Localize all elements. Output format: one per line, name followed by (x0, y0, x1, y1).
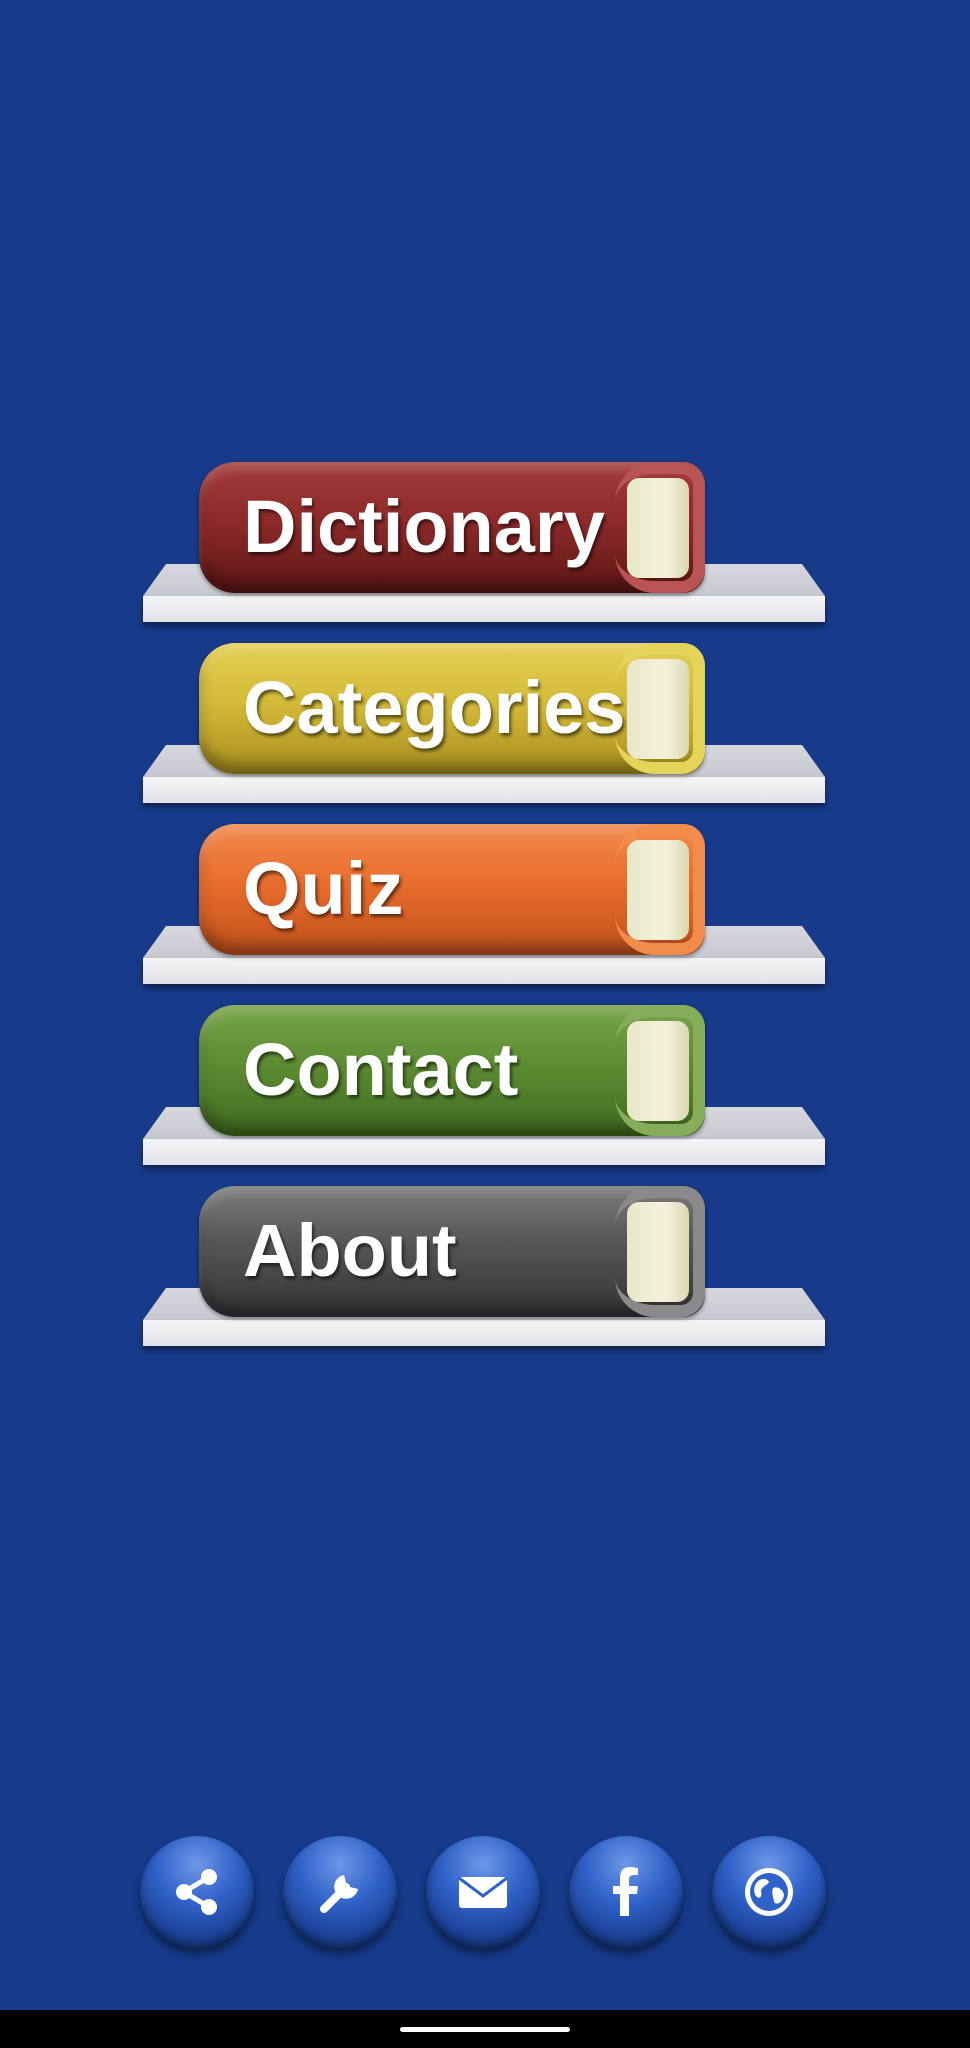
settings-button[interactable] (283, 1836, 397, 1948)
book-cover-edge (615, 1186, 705, 1317)
book-cover-edge (615, 1005, 705, 1136)
categories-label: Categories (243, 666, 626, 749)
shelf-front (143, 1139, 825, 1165)
shelf-row-contact: Contact (143, 1005, 825, 1186)
wrench-icon (320, 1875, 358, 1913)
dictionary-book-button[interactable]: Dictionary (199, 462, 705, 593)
dictionary-label: Dictionary (243, 485, 605, 568)
book-cover-edge (615, 462, 705, 593)
contact-label: Contact (243, 1028, 519, 1111)
shelf-row-quiz: Quiz (143, 824, 825, 1005)
shelf-front (143, 596, 825, 622)
home-screen: Dictionary Categories Quiz Contact About (0, 0, 970, 2010)
about-label: About (243, 1209, 457, 1292)
shelf-front (143, 958, 825, 984)
book-menu: Dictionary Categories Quiz Contact About (143, 462, 825, 1367)
shelf-row-dictionary: Dictionary (143, 462, 825, 643)
globe-icon (745, 1868, 793, 1916)
shelf-row-categories: Categories (143, 643, 825, 824)
facebook-icon (613, 1867, 638, 1916)
website-button[interactable] (712, 1836, 826, 1948)
share-icon (176, 1869, 217, 1915)
facebook-button[interactable] (569, 1836, 683, 1948)
shelf-row-about: About (143, 1186, 825, 1367)
quiz-label: Quiz (243, 847, 404, 930)
share-button[interactable] (140, 1836, 254, 1948)
shelf-front (143, 777, 825, 803)
bottom-toolbar (140, 1836, 830, 1948)
system-navigation-bar (0, 2010, 970, 2048)
quiz-book-button[interactable]: Quiz (199, 824, 705, 955)
categories-book-button[interactable]: Categories (199, 643, 705, 774)
shelf-front (143, 1320, 825, 1346)
email-button[interactable] (426, 1836, 540, 1948)
book-cover-edge (615, 824, 705, 955)
contact-book-button[interactable]: Contact (199, 1005, 705, 1136)
book-cover-edge (615, 643, 705, 774)
home-indicator[interactable] (400, 2027, 570, 2032)
mail-icon (458, 1876, 508, 1908)
about-book-button[interactable]: About (199, 1186, 705, 1317)
